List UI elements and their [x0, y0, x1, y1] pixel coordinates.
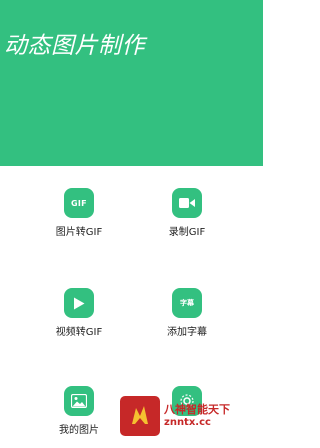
record-gif-button[interactable]: 录制GIF: [147, 188, 227, 238]
watermark: 八神智能天下 znntx.cc: [120, 396, 263, 436]
watermark-text: 八神智能天下 znntx.cc: [164, 403, 230, 428]
image-icon: [64, 386, 94, 416]
my-images-button[interactable]: 我的图片: [39, 386, 119, 436]
image-to-gif-label: 图片转GIF: [55, 227, 103, 238]
add-subtitle-label: 添加字幕: [167, 327, 207, 338]
video-to-gif-button[interactable]: 视频转GIF: [39, 288, 119, 338]
my-images-label: 我的图片: [59, 425, 99, 436]
app-header: 动态图片制作: [0, 0, 263, 166]
subtitle-icon: 字幕: [172, 288, 202, 318]
watermark-url: znntx.cc: [164, 416, 211, 428]
add-subtitle-button[interactable]: 字幕 添加字幕: [147, 288, 227, 338]
video-camera-icon: [172, 188, 202, 218]
app-title: 动态图片制作: [4, 33, 145, 59]
record-gif-label: 录制GIF: [168, 227, 206, 238]
watermark-brand: 八神智能天下: [164, 403, 230, 417]
watermark-logo-icon: [120, 396, 160, 436]
image-to-gif-button[interactable]: GIF 图片转GIF: [39, 188, 119, 238]
play-icon: [64, 288, 94, 318]
video-to-gif-label: 视频转GIF: [55, 327, 103, 338]
gif-badge-icon: GIF: [64, 188, 94, 218]
